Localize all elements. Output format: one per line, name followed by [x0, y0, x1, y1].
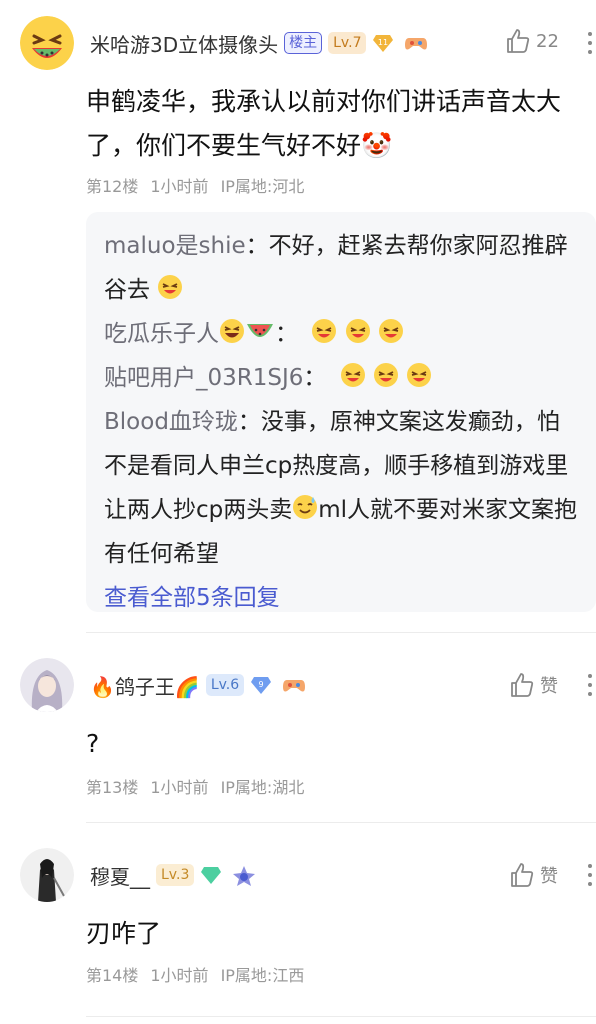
grinning-squint-emoji-icon [220, 319, 244, 343]
like-button[interactable]: 赞 [510, 672, 558, 698]
like-button[interactable]: 22 [506, 28, 559, 54]
floor-number: 第12楼 [86, 177, 139, 196]
laughing-emoji-icon [345, 319, 370, 343]
like-button[interactable]: 赞 [510, 862, 558, 888]
game-controller-icon [282, 675, 306, 695]
post-meta: 第13楼 1小时前 IP属地:湖北 [86, 774, 316, 798]
laughing-emoji-icon [374, 363, 399, 387]
ip-location: IP属地:河北 [220, 177, 305, 196]
thumbs-up-icon [507, 29, 530, 53]
post-time: 1小时前 [150, 177, 209, 196]
floor-number: 第13楼 [86, 778, 139, 797]
reply-item[interactable]: 贴吧用户_03R1SJ6： [104, 356, 582, 400]
level-badge: Lv.7 [328, 32, 367, 54]
sweat-smile-emoji-icon [293, 495, 318, 519]
like-count: 22 [536, 30, 559, 52]
avatar[interactable] [20, 848, 74, 902]
reply-author[interactable]: 贴吧用户_03R1SJ6 [104, 365, 303, 391]
host-badge: 楼主 [284, 32, 323, 54]
divider [86, 632, 596, 633]
reply-item[interactable]: Blood血玲珑：没事，原神文案这发癫劲，怕不是看同人申兰cp热度高，顺手移植到… [104, 400, 582, 576]
author-name[interactable]: 🔥鸽子王🌈 [90, 671, 200, 700]
reply-item[interactable]: maluo是shie：不好，赶紧去帮你家阿忍推辟谷去 [104, 224, 582, 312]
post-meta: 第12楼 1小时前 IP属地:河北 [86, 173, 316, 197]
post-content: ? [86, 729, 100, 758]
level-badge: Lv.6 [205, 674, 245, 696]
more-options-icon[interactable] [586, 864, 594, 890]
floor-number: 第14楼 [86, 966, 139, 985]
ip-location: IP属地:江西 [220, 966, 305, 985]
author-name[interactable]: 米哈游3D立体摄像头 [90, 29, 278, 58]
post-content: 刃咋了 [86, 919, 162, 948]
reply-author[interactable]: 吃瓜乐子人 [104, 319, 275, 347]
view-all-replies-link[interactable]: 查看全部5条回复 [104, 576, 582, 620]
watermelon-emoji-icon [247, 324, 273, 337]
reply-list[interactable]: maluo是shie：不好，赶紧去帮你家阿忍推辟谷去 吃瓜乐子人： 贴吧用户_0… [86, 212, 596, 612]
like-label: 赞 [540, 676, 558, 697]
reply-author[interactable]: Blood血玲珑 [104, 409, 238, 435]
svg-text:9: 9 [259, 680, 264, 689]
svg-text:11: 11 [378, 38, 388, 47]
post-floor-12: 米哈游3D立体摄像头 楼主 Lv.7 11 22 申鹤凌华，我承认以前对你们讲话… [0, 0, 596, 212]
level-gem-icon [200, 865, 222, 885]
divider [86, 822, 596, 823]
thumbs-up-icon [511, 673, 534, 697]
post-meta: 第14楼 1小时前 IP属地:江西 [86, 962, 316, 986]
author-row: 🔥鸽子王🌈 Lv.6 9 [90, 668, 306, 702]
more-options-icon[interactable] [586, 674, 594, 700]
author-name[interactable]: 穆夏__ [90, 861, 150, 890]
laughing-emoji-icon [312, 319, 337, 343]
game-controller-icon [404, 33, 428, 53]
post-time: 1小时前 [150, 966, 209, 985]
post-content: 申鹤凌华，我承认以前对你们讲话声音太大了，你们不要生气好不好🤡 [86, 87, 562, 160]
post-floor-13: 🔥鸽子王🌈 Lv.6 9 赞 ? 第13楼 1小时前 IP属地:湖北 [0, 640, 596, 820]
level-gem-icon: 11 [372, 33, 394, 53]
avatar[interactable] [20, 16, 74, 70]
ip-location: IP属地:湖北 [220, 778, 305, 797]
more-options-icon[interactable] [586, 32, 594, 58]
level-gem-icon: 9 [250, 675, 272, 695]
author-row: 米哈游3D立体摄像头 楼主 Lv.7 11 [90, 26, 428, 60]
author-row: 穆夏__ Lv.3 [90, 858, 256, 892]
laughing-emoji-icon [340, 363, 365, 387]
laughing-emoji-icon [378, 319, 403, 343]
reply-author[interactable]: maluo是shie [104, 233, 246, 259]
avatar[interactable] [20, 658, 74, 712]
post-floor-14: 穆夏__ Lv.3 赞 刃咋了 第14楼 1小时前 IP属地:江西 [0, 830, 596, 1020]
member-crown-icon [232, 865, 256, 886]
laughing-emoji-icon [407, 363, 432, 387]
post-time: 1小时前 [150, 778, 209, 797]
level-badge: Lv.3 [156, 864, 195, 886]
like-label: 赞 [540, 866, 558, 887]
thumbs-up-icon [511, 863, 534, 887]
laughing-emoji-icon [158, 275, 183, 299]
divider [86, 1016, 596, 1017]
reply-item[interactable]: 吃瓜乐子人： [104, 312, 582, 356]
